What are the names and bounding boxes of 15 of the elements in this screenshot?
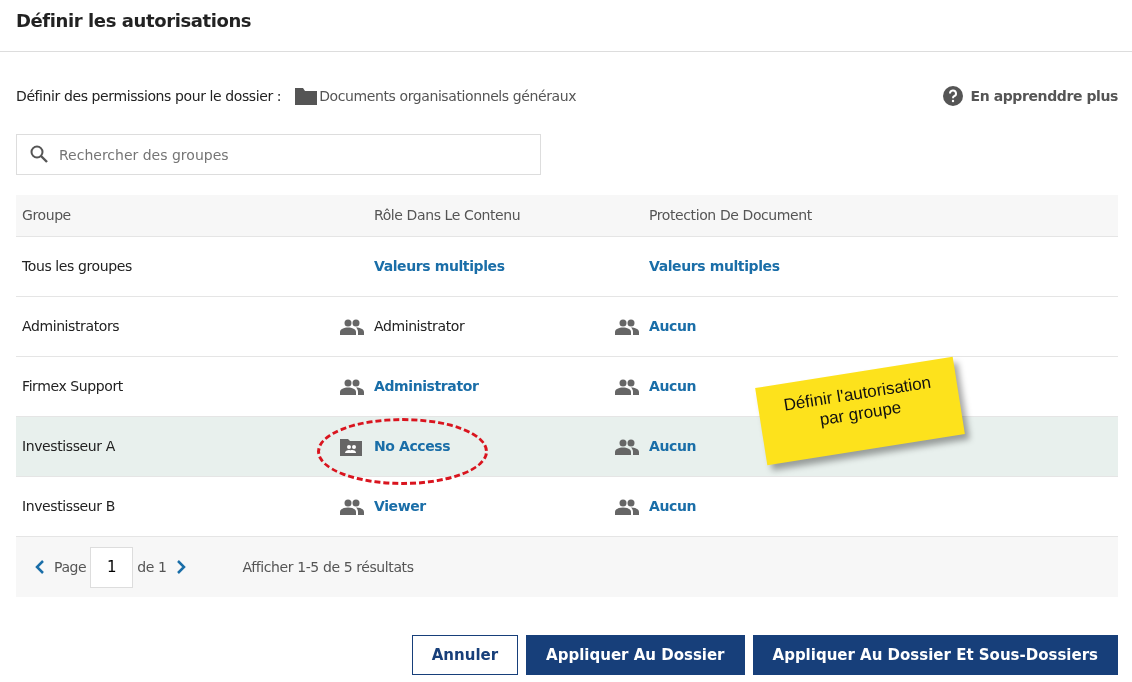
folder-label: Définir des permissions pour le dossier : [16, 86, 282, 106]
dialog-title: Définir les autorisations [16, 10, 253, 32]
group-name: Tous les groupes [22, 257, 132, 276]
group-name: Investisseur B [22, 497, 115, 516]
group-name: Firmex Support [22, 377, 123, 396]
results-summary: Afficher 1-5 de 5 résultats [242, 557, 414, 577]
group-name: Administrators [22, 317, 120, 336]
group-name: Investisseur A [22, 437, 115, 456]
column-header: Protection De Document [649, 206, 812, 225]
permission-text: Administrator [374, 317, 465, 336]
page-label: Page [54, 557, 87, 577]
folder-name: Documents organisationnels généraux [319, 86, 577, 106]
column-header: Rôle Dans Le Contenu [374, 206, 521, 225]
column-header: Groupe [22, 206, 71, 225]
page-count: de 1 [137, 557, 167, 577]
